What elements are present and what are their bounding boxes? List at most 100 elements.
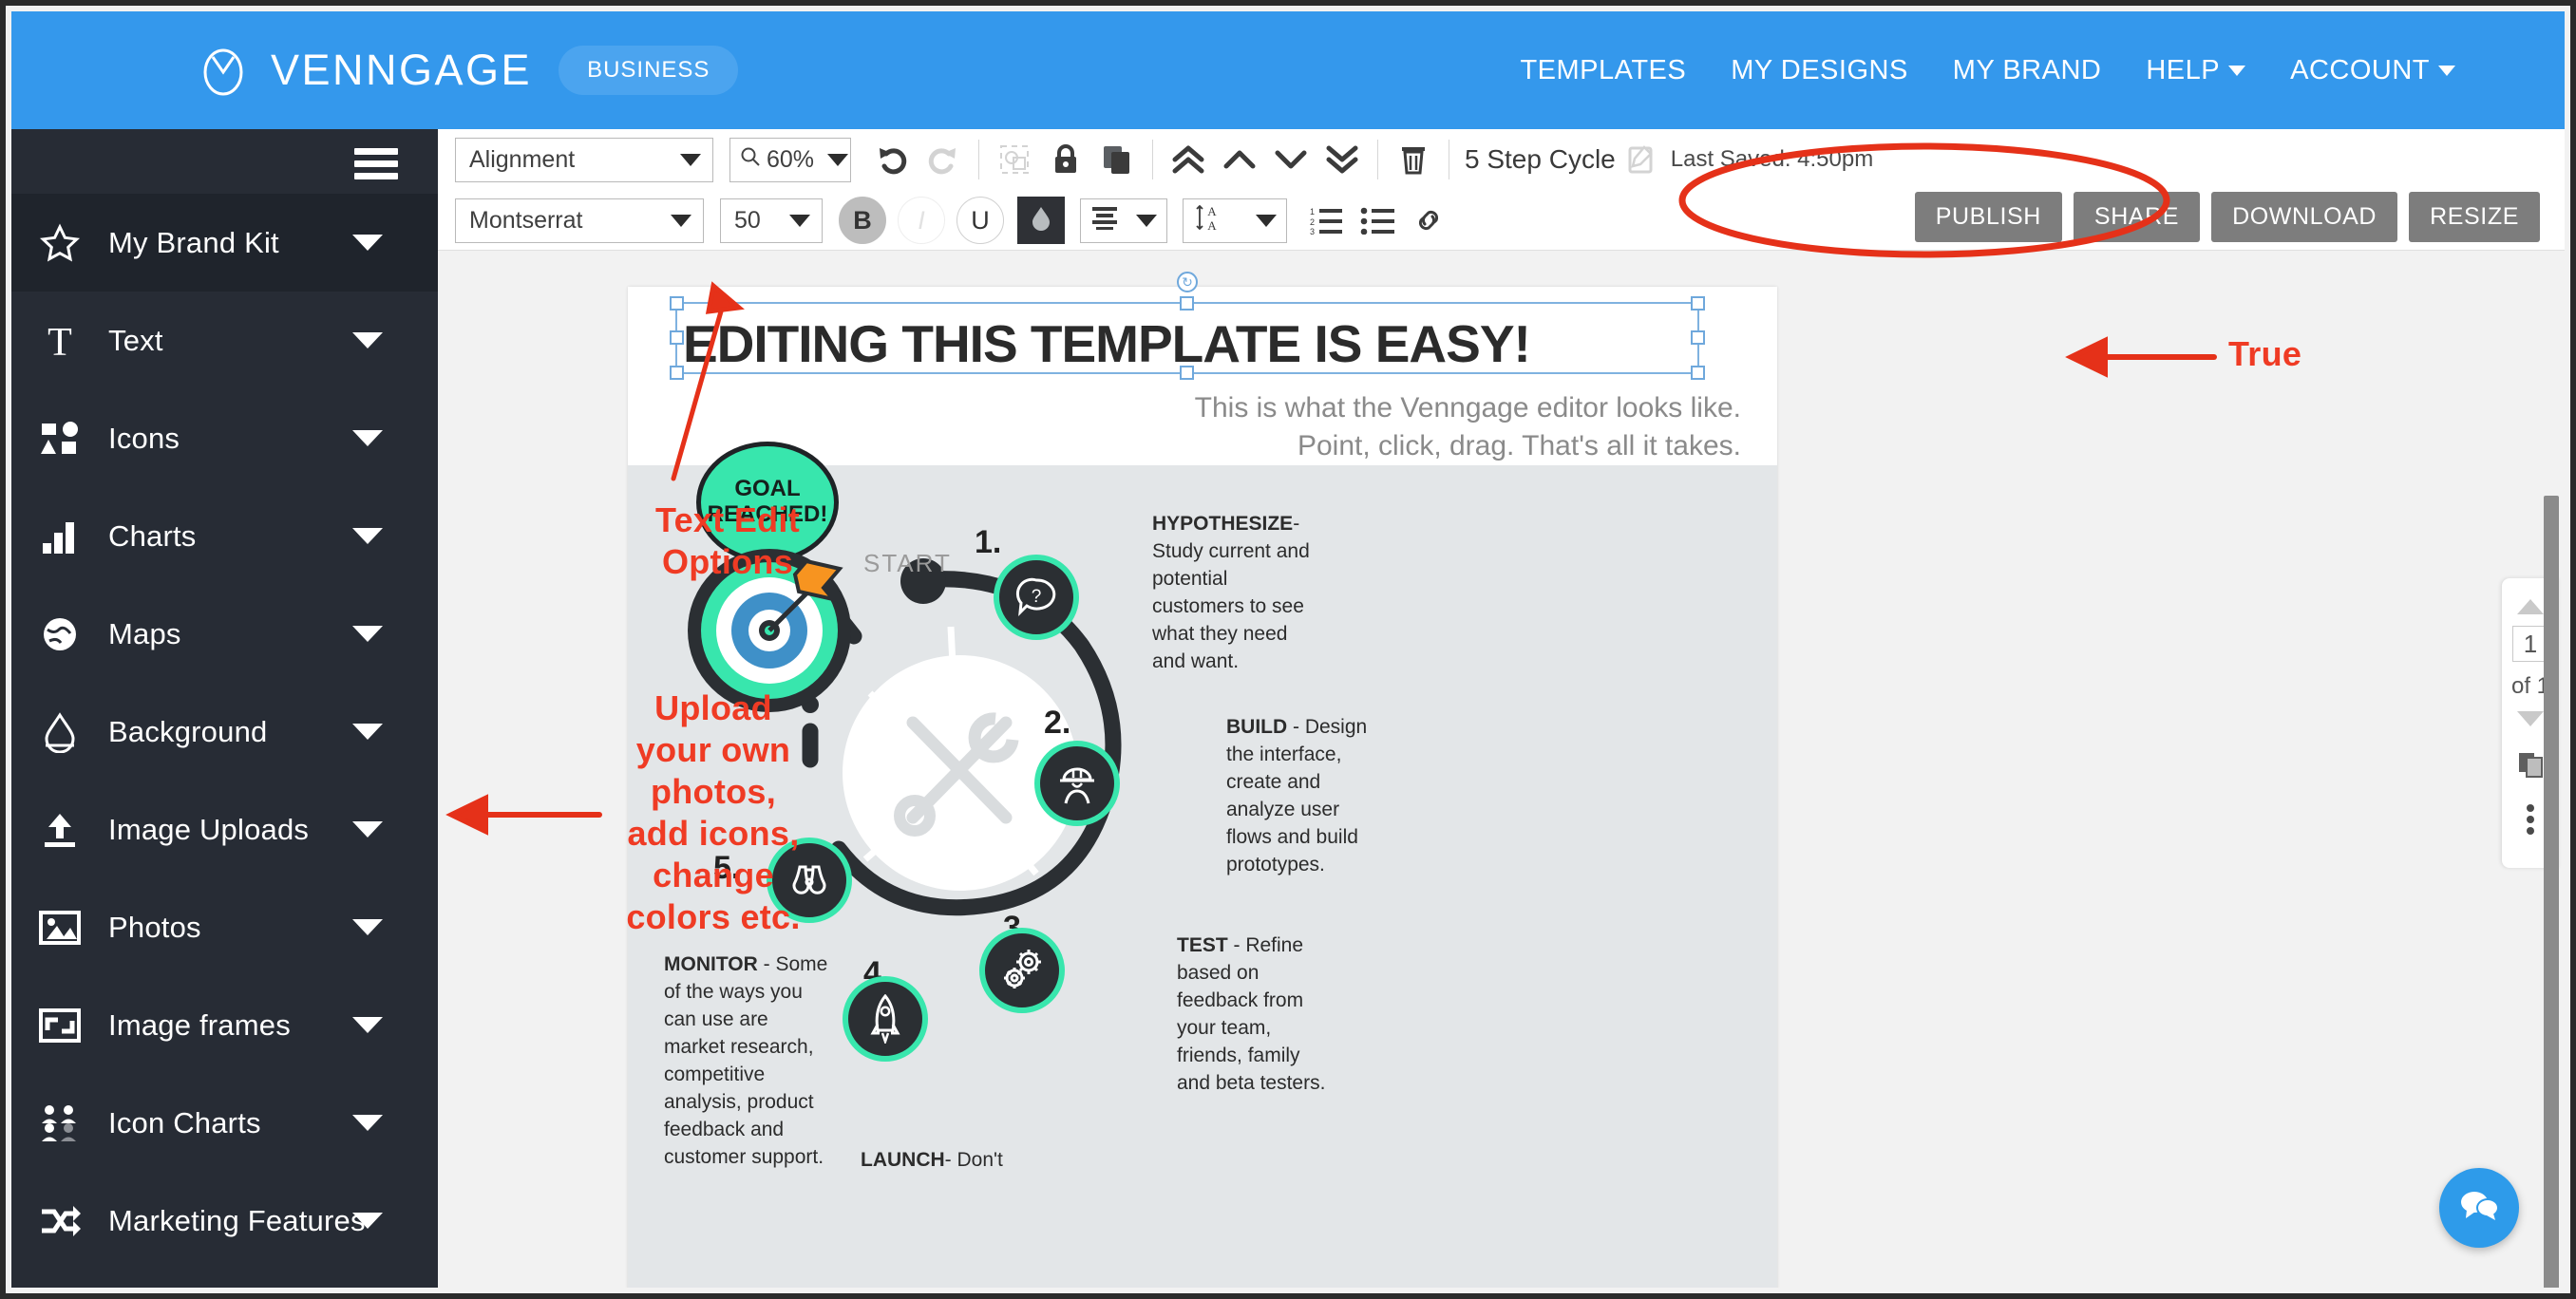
zoom-dropdown[interactable]: 60% <box>729 137 851 182</box>
line-height-dropdown[interactable]: AA <box>1183 198 1287 243</box>
chat-button[interactable] <box>2439 1168 2519 1248</box>
step-text-5[interactable]: MONITOR - Some of the ways you can use a… <box>664 951 833 1172</box>
sidebar-item-photos[interactable]: Photos <box>11 878 438 976</box>
step-node-3[interactable] <box>979 928 1065 1013</box>
document-title[interactable]: 5 Step Cycle <box>1465 144 1616 175</box>
duplicate-icon[interactable] <box>1091 134 1143 185</box>
triangle-up-icon[interactable] <box>2517 599 2544 614</box>
italic-button[interactable]: I <box>898 197 945 244</box>
pencil-square-icon[interactable] <box>1616 134 1667 185</box>
step-node-1[interactable]: ? <box>994 555 1079 640</box>
canvas-subtitle[interactable]: This is what the Venngage editor looks l… <box>1195 389 1741 464</box>
sidebar-item-label: Background <box>108 714 268 748</box>
trash-icon[interactable] <box>1388 134 1439 185</box>
triangle-down-icon[interactable] <box>2517 711 2544 726</box>
resize-handle-bl[interactable] <box>670 366 684 380</box>
share-button[interactable]: SHARE <box>2073 192 2201 242</box>
more-vertical-icon[interactable] <box>2526 803 2535 840</box>
step-text-1[interactable]: HYPOTHESIZE- Study current and potential… <box>1152 511 1321 676</box>
font-size-value: 50 <box>734 206 761 234</box>
business-badge[interactable]: BUSINESS <box>559 46 739 95</box>
chevron-down-icon <box>352 919 383 935</box>
chat-bubbles-icon <box>2457 1187 2501 1230</box>
bullet-list-icon[interactable] <box>1352 195 1403 246</box>
canvas-subtitle-line2: Point, click, drag. That's all it takes. <box>1297 429 1741 461</box>
vertical-scrollbar-track[interactable] <box>2544 496 2559 1288</box>
sidebar-item-maps[interactable]: Maps <box>11 585 438 683</box>
sidebar-item-background[interactable]: Background <box>11 683 438 781</box>
resize-handle-ml[interactable] <box>670 330 684 345</box>
sidebar-item-image-frames[interactable]: Image frames <box>11 976 438 1074</box>
left-sidebar: My Brand Kit T Text Icons Charts Maps Ba… <box>11 129 438 1288</box>
sidebar-item-label: My Brand Kit <box>108 225 279 259</box>
nav-my-brand-label: MY BRAND <box>1952 54 2102 85</box>
publish-button[interactable]: PUBLISH <box>1914 192 2062 242</box>
nav-my-designs-label: MY DESIGNS <box>1731 54 1908 85</box>
frame-icon <box>32 1004 87 1047</box>
annotation-text-edit-line1: Text Edit <box>654 500 801 539</box>
star-badge-icon <box>32 221 87 265</box>
annotation-text-edit-options: Text Edit Options <box>576 499 880 583</box>
text-align-dropdown[interactable] <box>1080 198 1167 243</box>
step-node-2[interactable] <box>1034 741 1120 826</box>
undo-icon[interactable] <box>866 134 918 185</box>
resize-handle-tr[interactable] <box>1691 296 1705 311</box>
download-button[interactable]: DOWNLOAD <box>2211 192 2398 242</box>
sidebar-item-my-brand-kit[interactable]: My Brand Kit <box>11 194 438 292</box>
brand-logo-group[interactable]: VENNGAGE <box>197 44 532 97</box>
venngage-logo-icon <box>197 44 250 97</box>
resize-handle-tc[interactable] <box>1180 296 1194 311</box>
sidebar-item-label: Text <box>108 323 163 357</box>
underline-button[interactable]: U <box>957 197 1004 244</box>
alignment-dropdown[interactable]: Alignment <box>455 137 713 182</box>
vertical-scrollbar-thumb[interactable] <box>2544 496 2559 1288</box>
svg-text:A: A <box>1207 218 1217 232</box>
annotation-upload-line6: colors etc. <box>626 896 801 936</box>
nav-help-label: HELP <box>2146 54 2221 85</box>
step-text-2[interactable]: BUILD - Design the interface, create and… <box>1226 714 1378 879</box>
numbered-list-icon[interactable]: 123 <box>1300 195 1352 246</box>
rotate-handle[interactable]: ↻ <box>1177 272 1198 292</box>
link-icon[interactable] <box>1403 195 1454 246</box>
nav-account[interactable]: ACCOUNT <box>2290 55 2455 86</box>
nav-help[interactable]: HELP <box>2146 54 2246 86</box>
step-text-3[interactable]: TEST - Refine based on feedback from you… <box>1177 932 1336 1098</box>
sidebar-item-icon-charts[interactable]: Icon Charts <box>11 1074 438 1172</box>
step-text-4[interactable]: LAUNCH- Don't <box>861 1147 1051 1175</box>
sidebar-item-icons[interactable]: Icons <box>11 389 438 487</box>
sidebar-item-label: Image frames <box>108 1007 291 1042</box>
worker-helmet-icon <box>1060 767 1094 804</box>
sidebar-item-text[interactable]: T Text <box>11 292 438 389</box>
font-size-dropdown[interactable]: 50 <box>720 198 823 243</box>
redo-icon[interactable] <box>918 134 969 185</box>
resize-handle-bc[interactable] <box>1180 366 1194 380</box>
sidebar-item-image-uploads[interactable]: Image Uploads <box>11 781 438 878</box>
group-objects-icon[interactable] <box>989 134 1040 185</box>
resize-handle-tl[interactable] <box>670 296 684 311</box>
nav-my-designs[interactable]: MY DESIGNS <box>1731 55 1908 86</box>
step-node-4[interactable] <box>843 976 928 1062</box>
step-number-1: 1. <box>975 524 1002 560</box>
nav-my-brand[interactable]: MY BRAND <box>1953 55 2102 86</box>
chevron-up-icon[interactable] <box>1214 134 1265 185</box>
nav-templates[interactable]: TEMPLATES <box>1520 55 1686 86</box>
svg-text:2: 2 <box>1310 217 1315 227</box>
question-bubble-icon: ? <box>1015 577 1056 617</box>
selection-box[interactable]: ↻ <box>670 272 1705 380</box>
bold-button[interactable]: B <box>839 197 886 244</box>
sidebar-item-marketing-features[interactable]: Marketing Features <box>11 1172 438 1270</box>
resize-button[interactable]: RESIZE <box>2409 192 2540 242</box>
hamburger-icon[interactable] <box>354 148 398 179</box>
chevron-down-icon <box>352 1115 383 1131</box>
duplicate-page-icon[interactable] <box>2517 751 2544 782</box>
double-chevron-up-icon[interactable] <box>1163 134 1214 185</box>
action-buttons-group: PUBLISH SHARE DOWNLOAD RESIZE <box>1914 192 2540 242</box>
chevron-down-icon[interactable] <box>1265 134 1316 185</box>
font-family-dropdown[interactable]: Montserrat <box>455 198 704 243</box>
double-chevron-down-icon[interactable] <box>1316 134 1368 185</box>
sidebar-item-charts[interactable]: Charts <box>11 487 438 585</box>
resize-handle-mr[interactable] <box>1691 330 1705 345</box>
resize-handle-br[interactable] <box>1691 366 1705 380</box>
text-color-button[interactable] <box>1017 197 1065 244</box>
lock-icon[interactable] <box>1040 134 1091 185</box>
